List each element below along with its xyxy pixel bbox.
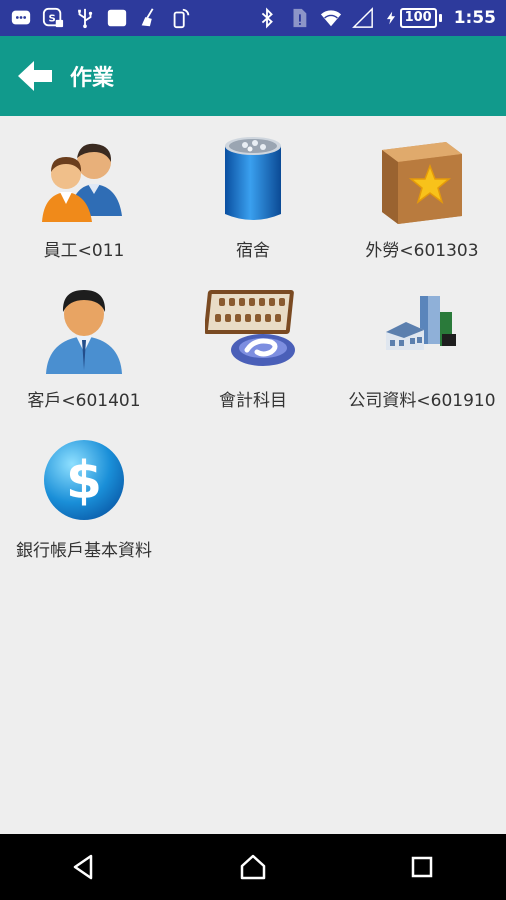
signal-icon (351, 7, 374, 29)
square-recents-icon (407, 852, 437, 882)
nav-home-button[interactable] (233, 847, 273, 887)
rotate-icon (170, 7, 192, 29)
page-title: 作業 (70, 66, 115, 91)
triangle-back-icon (69, 852, 99, 882)
app-badge-icon: S (42, 7, 64, 29)
tile-label: 公司資料<601910 (348, 391, 496, 411)
tile-customer[interactable]: 客戶<601401 (0, 276, 168, 426)
tile-label: 會計科目 (219, 391, 287, 411)
svg-text:$: $ (66, 451, 102, 511)
battery-level: 100 (399, 8, 437, 28)
nav-recents-button[interactable] (402, 847, 442, 887)
bluetooth-icon (256, 7, 278, 29)
status-bar: S 100 1:55 (0, 0, 506, 36)
dormitory-icon (205, 132, 301, 228)
home-icon (238, 852, 268, 882)
status-bar-system: 100 1:55 (256, 7, 496, 29)
app-bar: 作業 (0, 36, 506, 116)
battery-indicator: 100 (384, 7, 442, 29)
wifi-icon (320, 7, 342, 29)
usb-icon (74, 7, 96, 29)
tile-dormitory[interactable]: 宿舍 (169, 126, 337, 276)
tile-label: 銀行帳戶基本資料 (16, 541, 152, 561)
box-star-icon (374, 132, 470, 228)
tile-label: 外勞<601303 (365, 241, 479, 261)
svg-text:S: S (48, 14, 55, 25)
battery-tip (438, 14, 442, 22)
customer-person-icon (36, 282, 132, 378)
tile-foreign-workers[interactable]: 外勞<601303 (338, 126, 506, 276)
back-button[interactable] (18, 59, 52, 93)
tile-bank-account[interactable]: $ 銀行帳戶基本資料 (0, 426, 168, 576)
dollar-coin-icon: $ (36, 432, 132, 528)
abacus-icon (203, 282, 301, 378)
broom-icon (138, 7, 160, 29)
image-icon (106, 7, 128, 29)
sim-alert-icon (288, 7, 310, 29)
tile-label: 客戶<601401 (27, 391, 141, 411)
charging-icon (384, 7, 398, 29)
nav-back-button[interactable] (64, 847, 104, 887)
tile-company-info[interactable]: 公司資料<601910 (338, 276, 506, 426)
employees-icon (36, 132, 132, 228)
status-bar-notifications: S (10, 7, 192, 29)
message-icon (10, 7, 32, 29)
buildings-icon (374, 282, 470, 378)
tile-employees[interactable]: 員工<011 (0, 126, 168, 276)
navigation-bar (0, 834, 506, 900)
tile-accounting-subjects[interactable]: 會計科目 (169, 276, 337, 426)
tile-label: 員工<011 (43, 241, 125, 261)
arrow-left-icon (18, 61, 52, 91)
clock: 1:55 (453, 8, 496, 28)
tile-label: 宿舍 (236, 241, 270, 261)
